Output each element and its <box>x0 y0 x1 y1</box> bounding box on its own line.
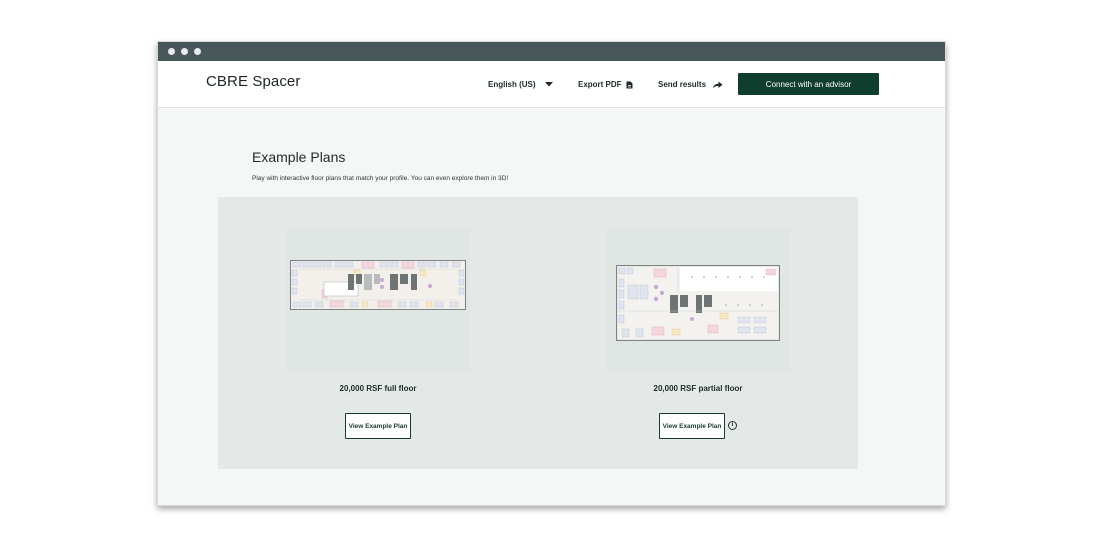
plan-label-partial: 20,000 RSF partial floor <box>653 384 743 393</box>
info-icon[interactable]: i <box>728 421 737 430</box>
view-example-plan-button-full[interactable]: View Example Plan <box>345 413 411 439</box>
export-label: Export PDF <box>578 80 622 89</box>
brand-logo[interactable]: CBRE Spacer <box>206 73 300 90</box>
floor-plan-partial-image <box>616 265 780 341</box>
window-dot-minimize[interactable] <box>181 48 188 55</box>
language-selector[interactable]: English (US) <box>488 80 554 89</box>
window-dot-close[interactable] <box>168 48 175 55</box>
floor-plan-full-image <box>290 260 466 310</box>
connect-advisor-button[interactable]: Connect with an advisor <box>738 73 879 95</box>
window-titlebar <box>158 42 945 61</box>
page-subtitle: Play with interactive floor plans that m… <box>252 175 509 182</box>
view-example-plan-button-partial[interactable]: View Example Plan <box>659 413 725 439</box>
plan-label-full: 20,000 RSF full floor <box>339 384 417 393</box>
language-label: English (US) <box>488 80 536 89</box>
send-label: Send results <box>658 80 707 89</box>
window-dot-maximize[interactable] <box>194 48 201 55</box>
document-icon <box>626 81 633 88</box>
export-pdf-button[interactable]: Export PDF <box>578 80 633 89</box>
caret-down-icon <box>544 82 553 87</box>
page-title: Example Plans <box>252 149 346 165</box>
send-results-button[interactable]: Send results <box>658 80 723 89</box>
share-arrow-icon <box>713 81 723 88</box>
floor-plan-thumbnail-partial[interactable] <box>606 227 790 371</box>
app-header: CBRE Spacer English (US) Export PDF Send… <box>158 61 945 108</box>
browser-window: CBRE Spacer English (US) Export PDF Send… <box>157 41 946 506</box>
example-plans-panel: 20,000 RSF full floor View Example Plan <box>218 197 858 469</box>
floor-plan-thumbnail-full[interactable] <box>286 227 470 371</box>
